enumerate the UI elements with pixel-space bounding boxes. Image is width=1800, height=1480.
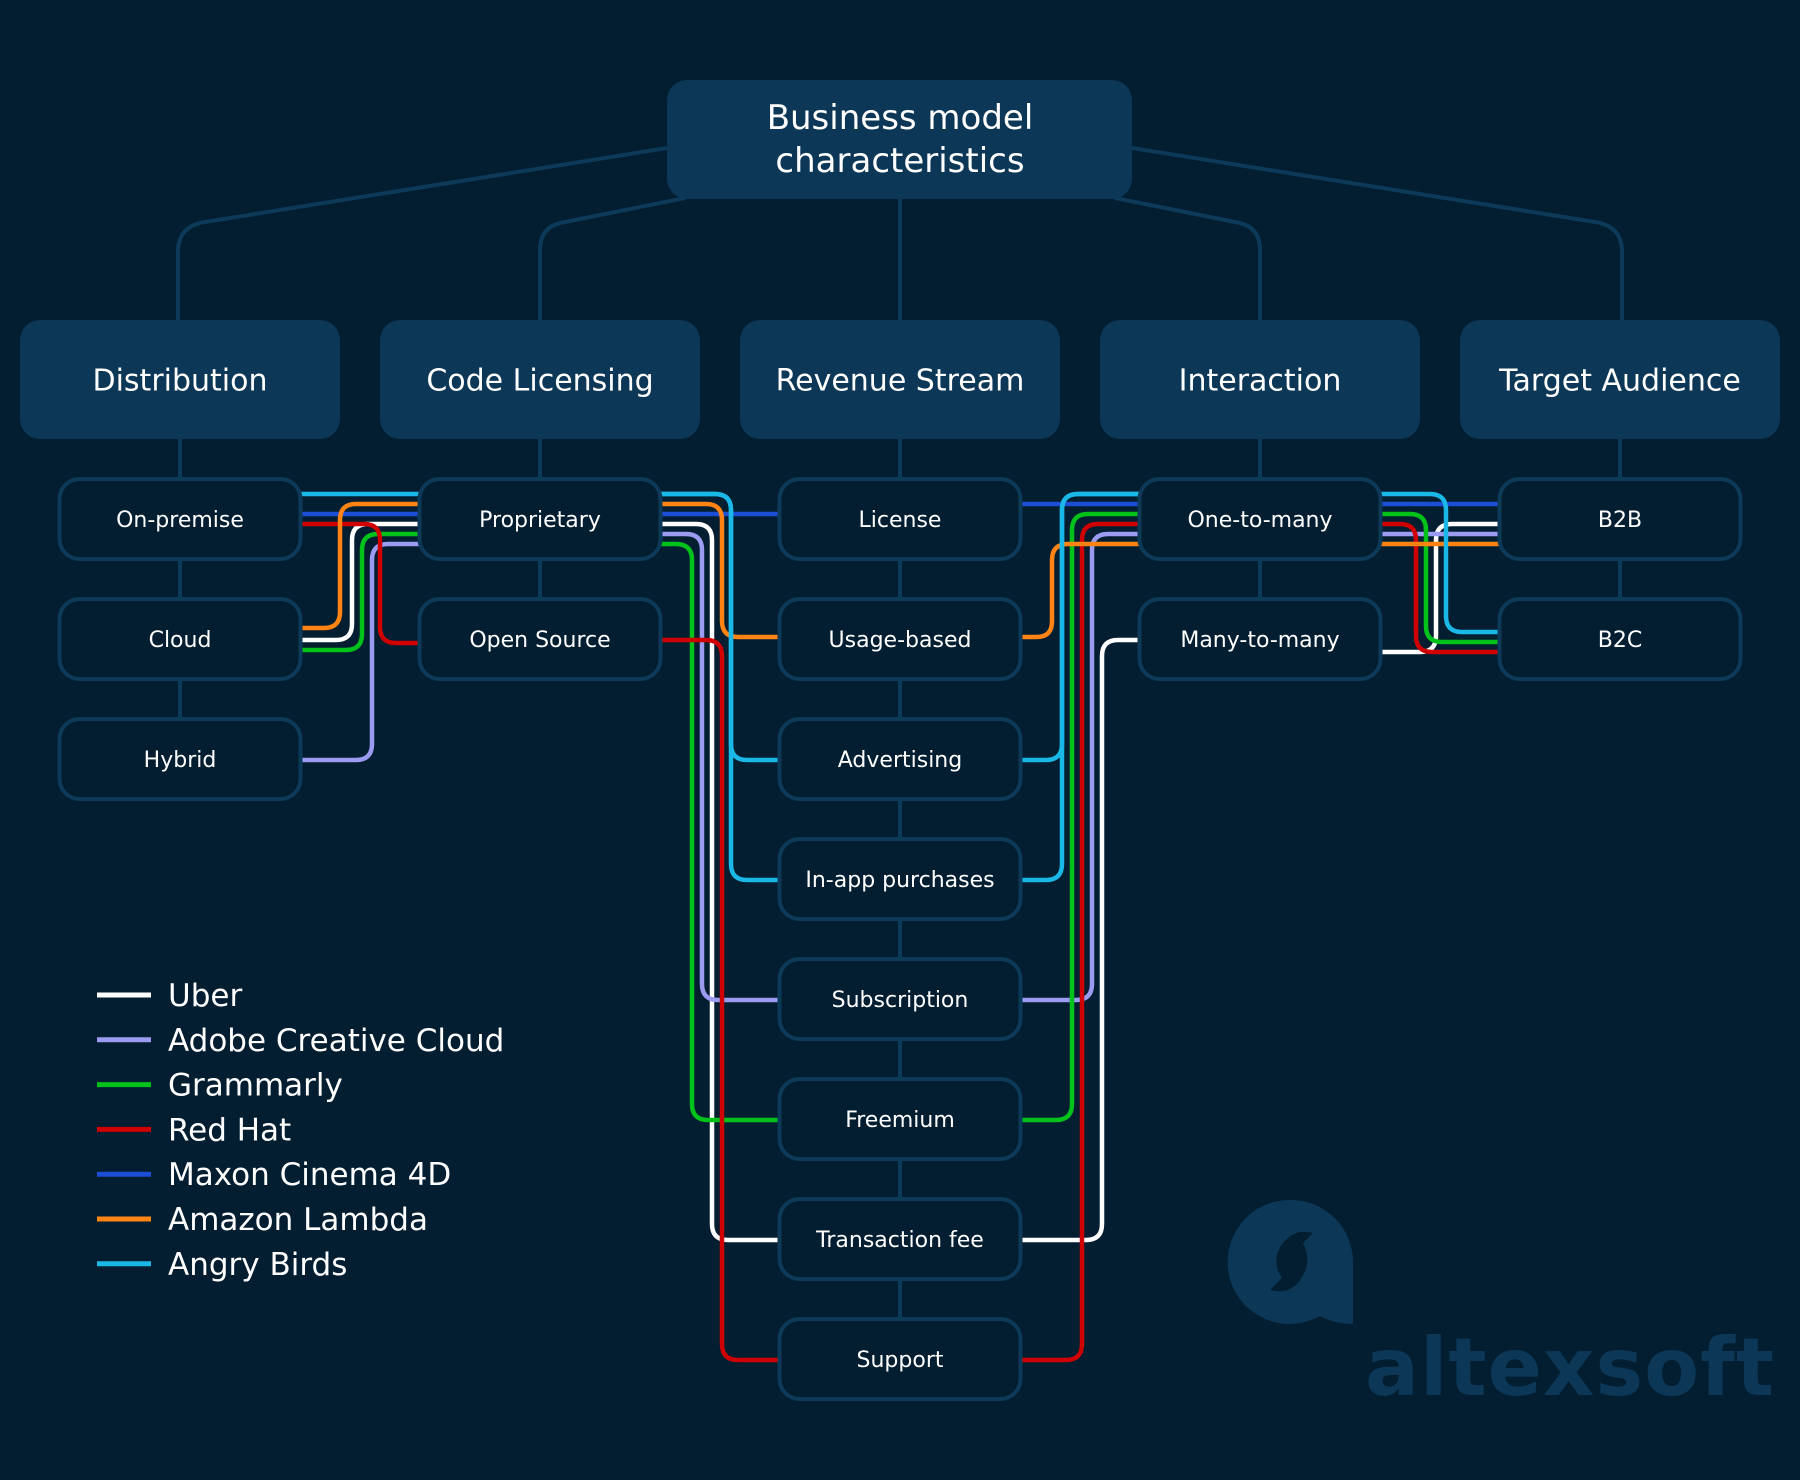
category-label: Target Audience	[1498, 364, 1741, 399]
root-node: Business model characteristics	[667, 80, 1132, 199]
connector-root-target-audience	[1131, 146, 1624, 320]
legend-item-amazon-lambda: Amazon Lambda	[97, 1202, 428, 1238]
category-label: Distribution	[92, 364, 267, 399]
option-label: Many-to-many	[1180, 628, 1339, 653]
option-transaction-fee[interactable]: Transaction fee	[777, 1197, 1023, 1281]
option-many-to-many[interactable]: Many-to-many	[1137, 597, 1383, 681]
option-one-to-many[interactable]: One-to-many	[1137, 477, 1383, 561]
legend: Uber Adobe Creative Cloud Grammarly Red Hat…	[97, 978, 504, 1283]
altexsoft-wordmark: altexsoft	[1365, 1321, 1775, 1414]
option-label: Usage-based	[829, 628, 972, 653]
option-usage-based[interactable]: Usage-based	[777, 597, 1023, 681]
legend-label: Maxon Cinema 4D	[168, 1157, 451, 1193]
option-label: Advertising	[838, 748, 962, 773]
category-label: Code Licensing	[426, 364, 653, 399]
option-hybrid[interactable]: Hybrid	[57, 717, 303, 801]
option-license[interactable]: License	[777, 477, 1023, 561]
legend-label: Uber	[168, 978, 242, 1014]
option-proprietary[interactable]: Proprietary	[417, 477, 663, 561]
legend-label: Red Hat	[168, 1112, 291, 1148]
legend-label: Angry Birds	[168, 1247, 347, 1283]
option-label: Hybrid	[144, 748, 217, 773]
option-on-premise[interactable]: On-premise	[57, 477, 303, 561]
option-freemium[interactable]: Freemium	[777, 1077, 1023, 1161]
option-label: One-to-many	[1187, 508, 1332, 533]
legend-label: Adobe Creative Cloud	[168, 1023, 504, 1059]
category-interaction: Interaction	[1100, 320, 1420, 439]
category-distribution: Distribution	[20, 320, 340, 439]
category-revenue-stream: Revenue Stream	[740, 320, 1060, 439]
option-label: In-app purchases	[805, 868, 994, 893]
option-label: Support	[857, 1348, 944, 1373]
category-label: Interaction	[1179, 364, 1342, 399]
option-label: Proprietary	[479, 508, 601, 533]
route-segment	[1021, 521, 1140, 1363]
option-label: Cloud	[149, 628, 212, 653]
option-advertising[interactable]: Advertising	[777, 717, 1023, 801]
option-cloud[interactable]: Cloud	[57, 597, 303, 681]
legend-item-uber: Uber	[97, 978, 242, 1014]
option-label: Freemium	[845, 1108, 955, 1133]
altexsoft-logo: altexsoft	[1227, 1199, 1775, 1414]
category-target-audience: Target Audience	[1460, 320, 1780, 439]
option-label: B2B	[1598, 508, 1642, 533]
legend-label: Amazon Lambda	[168, 1202, 428, 1238]
option-open-source[interactable]: Open Source	[417, 597, 663, 681]
legend-item-red-hat: Red Hat	[97, 1112, 291, 1148]
option-subscription[interactable]: Subscription	[777, 957, 1023, 1041]
category-code-licensing: Code Licensing	[380, 320, 700, 439]
option-label: B2C	[1598, 628, 1642, 653]
root-title-line-1: Business model	[767, 98, 1034, 138]
route-segment	[300, 531, 420, 653]
connector-root-interaction	[1114, 196, 1262, 320]
option-label: Subscription	[832, 988, 969, 1013]
connector-root-distribution	[176, 146, 668, 320]
connector-root-code-licensing	[538, 196, 686, 320]
option-label: On-premise	[116, 508, 244, 533]
altexsoft-logo-icon	[1227, 1199, 1353, 1324]
option-label: Open Source	[469, 628, 610, 653]
option-label: Transaction fee	[815, 1228, 984, 1253]
legend-item-grammarly: Grammarly	[97, 1068, 343, 1104]
option-label: License	[859, 508, 942, 533]
legend-item-angry-birds: Angry Birds	[97, 1247, 347, 1283]
option-b2c[interactable]: B2C	[1497, 597, 1743, 681]
category-label: Revenue Stream	[776, 364, 1025, 399]
legend-label: Grammarly	[168, 1068, 343, 1104]
option-support[interactable]: Support	[777, 1317, 1023, 1401]
root-title-line-2: characteristics	[775, 141, 1024, 181]
category-nodes: Distribution Code Licensing Revenue Stream…	[20, 320, 1780, 439]
option-b2b[interactable]: B2B	[1497, 477, 1743, 561]
business-model-diagram: Business model characteristics Distribut…	[20, 80, 1780, 1414]
legend-item-adobe-creative-cloud: Adobe Creative Cloud	[97, 1023, 504, 1059]
option-in-app-purchases[interactable]: In-app purchases	[777, 837, 1023, 921]
legend-item-maxon-cinema-4d: Maxon Cinema 4D	[97, 1157, 451, 1193]
